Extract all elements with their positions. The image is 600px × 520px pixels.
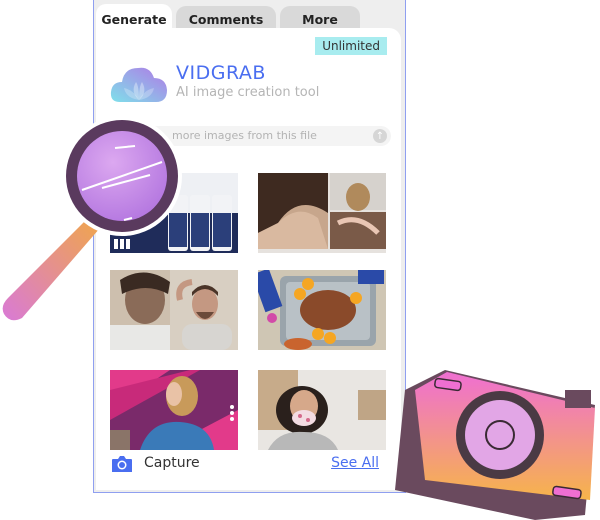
image-thumbnail[interactable] — [110, 370, 238, 450]
tab-bar: More Comments Generate — [94, 4, 405, 34]
brand-tagline: AI image creation tool — [176, 85, 320, 100]
image-thumbnail[interactable] — [258, 270, 386, 350]
see-all-link[interactable]: See All — [331, 455, 379, 471]
arrow-up-icon[interactable]: ↑ — [373, 129, 387, 143]
more-options-icon[interactable] — [230, 405, 234, 421]
cloud-logo-icon — [110, 67, 167, 102]
image-content — [110, 370, 238, 450]
magnifying-glass-illustration — [2, 116, 182, 321]
camera-icon[interactable] — [111, 455, 133, 473]
plan-badge: Unlimited — [315, 37, 387, 55]
more-images-text: more images from this file — [172, 129, 317, 142]
image-thumbnail[interactable] — [258, 370, 386, 450]
brand-name: VIDGRAB — [176, 62, 266, 84]
image-thumbnail[interactable] — [258, 173, 386, 253]
camera-illustration — [395, 370, 595, 520]
capture-button[interactable]: Capture — [144, 455, 200, 471]
